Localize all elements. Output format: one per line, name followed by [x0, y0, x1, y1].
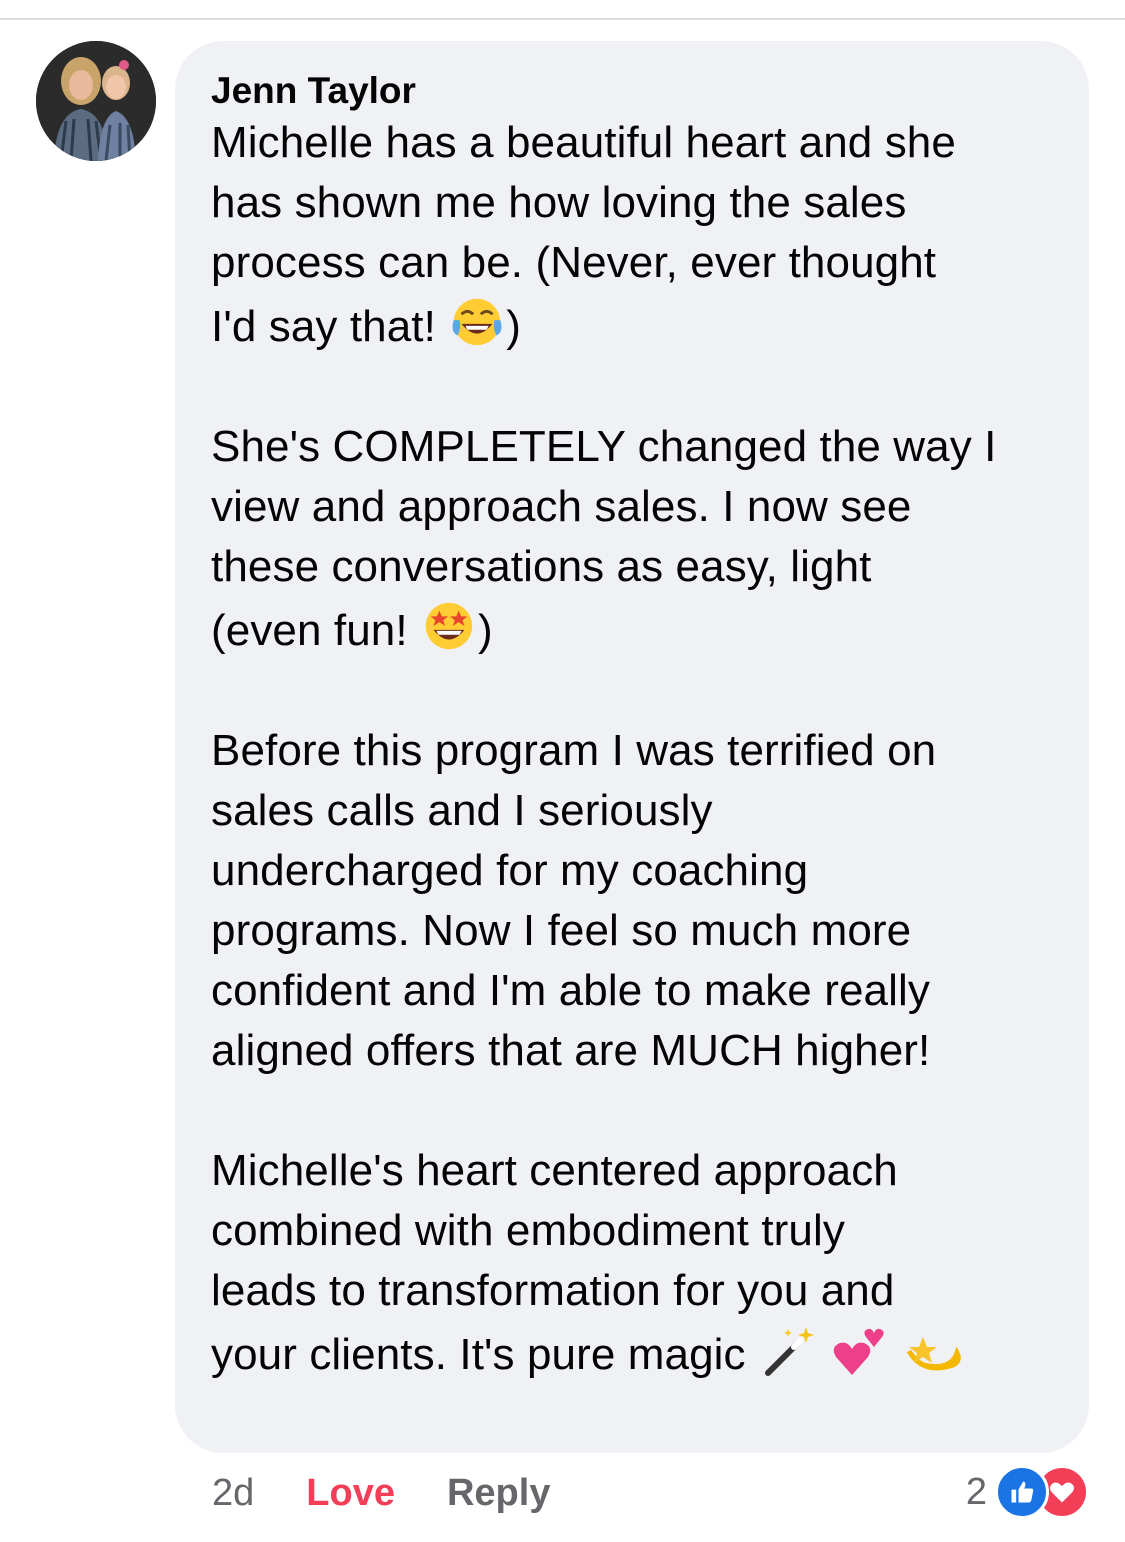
- top-divider: [0, 18, 1125, 20]
- comment-line: Before this program I was terrified on: [211, 726, 937, 775]
- star-struck-icon: [425, 602, 473, 650]
- comment-line: these conversations as easy, light: [211, 542, 872, 591]
- comment-line: leads to transformation for you and: [211, 1266, 895, 1315]
- heart-icon: [1050, 1482, 1074, 1503]
- thumbs-up-icon: [1011, 1481, 1034, 1503]
- comment-paragraph-4: Michelle's heart centered approach combi…: [211, 1141, 1053, 1385]
- comment-line: Michelle's heart centered approach: [211, 1146, 898, 1195]
- two-hearts-icon: [834, 1328, 884, 1375]
- comment-line: (even fun!: [211, 606, 408, 655]
- comment-line: ): [506, 302, 522, 351]
- comment-actions: 2d Love Reply: [212, 1468, 602, 1518]
- comment-line: aligned offers that are MUCH higher!: [211, 1026, 931, 1075]
- comment-bubble: Jenn Taylor Michelle has a beautiful hea…: [175, 41, 1089, 1453]
- comment-author[interactable]: Jenn Taylor: [211, 71, 1053, 111]
- comment-line: undercharged for my coaching: [211, 846, 809, 895]
- comment-line: your clients. It's pure magic: [211, 1330, 746, 1379]
- comment-paragraph-3: Before this program I was terrified on s…: [211, 721, 1053, 1081]
- reaction-summary[interactable]: 2: [965, 1465, 1089, 1519]
- dizzy-star-icon: [906, 1337, 961, 1371]
- comment-line: has shown me how loving the sales: [211, 178, 907, 227]
- comment-line: view and approach sales. I now see: [211, 482, 912, 531]
- comment-line: sales calls and I seriously: [211, 786, 713, 835]
- comment-line: combined with embodiment truly: [211, 1206, 845, 1255]
- reaction-count: 2: [965, 1471, 987, 1513]
- comment-line: programs. Now I feel so much more: [211, 906, 912, 955]
- reply-button[interactable]: Reply: [447, 1469, 550, 1517]
- love-button[interactable]: Love: [306, 1469, 395, 1517]
- comment-line: I'd say that!: [211, 302, 436, 351]
- comment-line: process can be. (Never, ever thought: [211, 238, 937, 287]
- comment-line: She's COMPLETELY changed the way I: [211, 422, 997, 471]
- comment-line: confident and I'm able to make really: [211, 966, 930, 1015]
- comment-line: ): [478, 606, 493, 655]
- comment-timestamp[interactable]: 2d: [212, 1469, 254, 1517]
- face-with-tears-of-joy-icon: [452, 298, 502, 346]
- avatar[interactable]: [36, 41, 156, 161]
- magic-wand-icon: [764, 1327, 814, 1376]
- comment-line: Michelle has a beautiful heart and she: [211, 118, 956, 167]
- comment-paragraph-2: She's COMPLETELY changed the way I view …: [211, 417, 1053, 661]
- like-reaction-icon: [995, 1465, 1049, 1519]
- comment-paragraph-1: Michelle has a beautiful heart and she h…: [211, 113, 1053, 357]
- avatar-photo: [36, 41, 156, 161]
